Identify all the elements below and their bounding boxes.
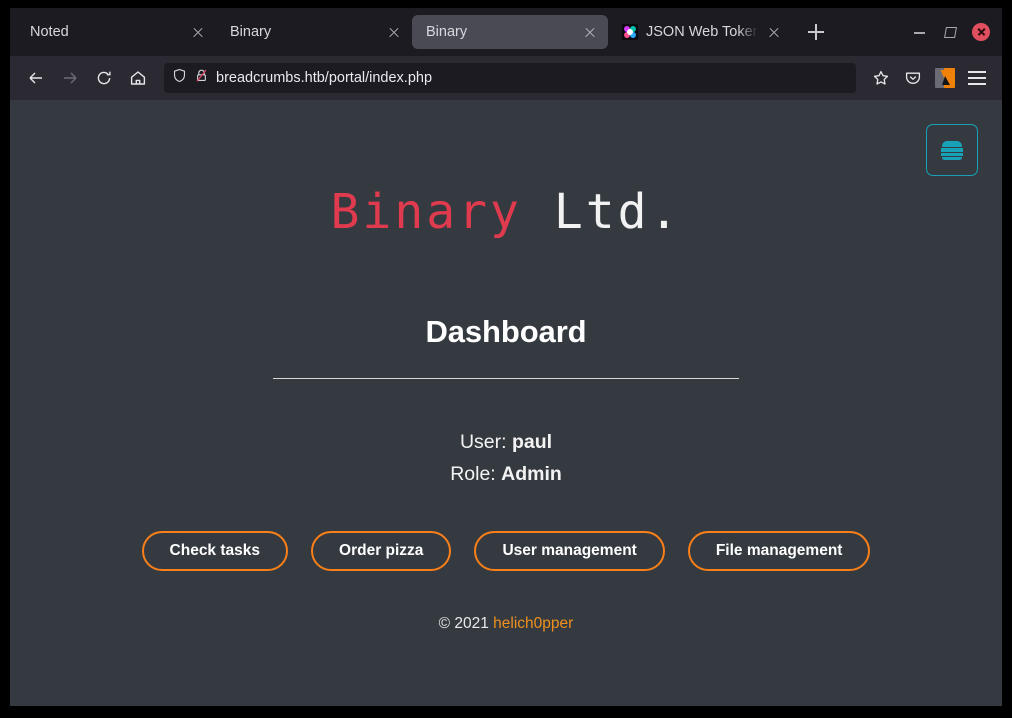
tab-title: Noted: [30, 24, 182, 40]
hamburger-menu-icon[interactable]: [962, 63, 992, 93]
role-label: Role:: [450, 463, 501, 485]
browser-window: Noted Binary Binary JSON Web Tokens - jw: [10, 8, 1002, 706]
page-title: Dashboard: [10, 236, 1002, 350]
tab-title: Binary: [426, 24, 574, 40]
user-info-block: User: paul Role: Admin: [10, 427, 1002, 491]
forward-arrow-icon[interactable]: [54, 62, 86, 94]
page-footer: © 2021 helich0pper: [10, 615, 1002, 633]
back-arrow-icon[interactable]: [20, 62, 52, 94]
file-management-button[interactable]: File management: [688, 531, 871, 571]
url-text: breadcrumbs.htb/portal/index.php: [216, 70, 432, 86]
restore-icon[interactable]: [942, 24, 958, 40]
close-icon[interactable]: [384, 22, 404, 42]
user-management-button[interactable]: User management: [474, 531, 664, 571]
user-label: User:: [460, 431, 512, 453]
browser-tab-json-web-tokens[interactable]: JSON Web Tokens - jw: [608, 15, 792, 49]
close-icon[interactable]: [188, 22, 208, 42]
order-pizza-button[interactable]: Order pizza: [311, 531, 451, 571]
home-icon[interactable]: [122, 62, 154, 94]
browser-tab-binary-1[interactable]: Binary: [216, 15, 412, 49]
user-value: paul: [512, 431, 552, 453]
close-icon[interactable]: [580, 22, 600, 42]
check-tasks-button[interactable]: Check tasks: [142, 531, 288, 571]
action-buttons: Check tasks Order pizza User management …: [10, 531, 1002, 571]
tab-strip: Noted Binary Binary JSON Web Tokens - jw: [10, 8, 1002, 56]
burger-icon: [941, 141, 963, 159]
role-value: Admin: [501, 463, 562, 485]
star-icon[interactable]: [866, 63, 896, 93]
footer-author-link[interactable]: helich0pper: [493, 615, 573, 632]
shield-icon[interactable]: [172, 68, 187, 88]
close-icon[interactable]: [764, 22, 784, 42]
brand-secondary: Ltd.: [522, 184, 682, 240]
url-bar[interactable]: breadcrumbs.htb/portal/index.php: [164, 63, 856, 93]
user-row: User: paul: [10, 427, 1002, 459]
footer-copyright: © 2021: [439, 615, 494, 632]
tab-title: Binary: [230, 24, 378, 40]
browser-tab-noted[interactable]: Noted: [16, 15, 216, 49]
reload-icon[interactable]: [88, 62, 120, 94]
page-viewport: Binary Ltd. Dashboard User: paul Role: A…: [10, 100, 1002, 706]
navigation-toolbar: breadcrumbs.htb/portal/index.php: [10, 56, 1002, 100]
new-tab-button[interactable]: [800, 16, 832, 48]
browser-tab-binary-2-active[interactable]: Binary: [412, 15, 608, 49]
title-divider: [273, 378, 739, 379]
extension-icon[interactable]: [930, 63, 960, 93]
lock-crossed-icon[interactable]: [194, 68, 209, 88]
navbar-toggler-button[interactable]: [926, 124, 978, 176]
tab-title: JSON Web Tokens - jw: [646, 24, 758, 40]
minimize-icon[interactable]: [912, 24, 928, 40]
pocket-icon[interactable]: [898, 63, 928, 93]
site-brand: Binary Ltd.: [10, 100, 1002, 236]
window-close-icon[interactable]: [972, 23, 990, 41]
jwt-favicon-icon: [622, 24, 638, 40]
role-row: Role: Admin: [10, 459, 1002, 491]
brand-primary: Binary: [331, 184, 522, 240]
window-controls: [912, 23, 1002, 41]
